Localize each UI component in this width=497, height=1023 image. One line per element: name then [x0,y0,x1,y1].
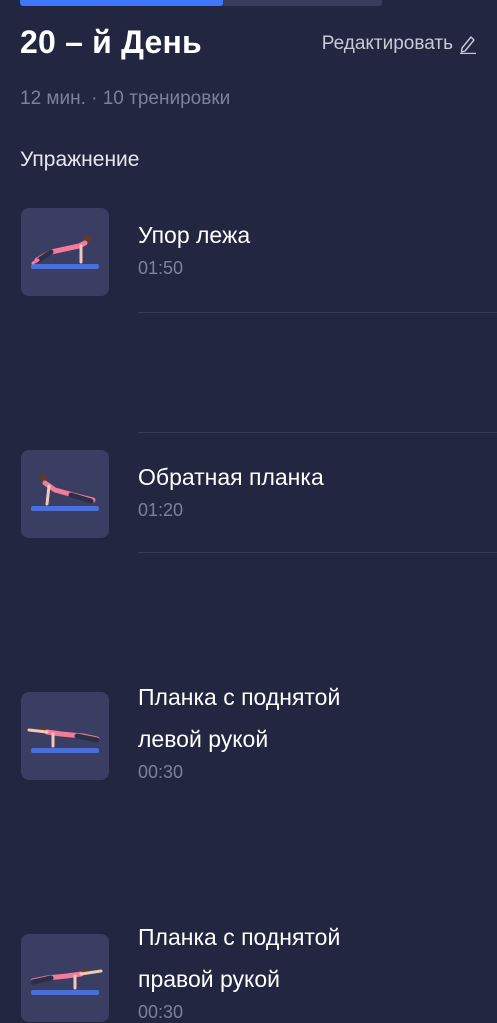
exercise-name: Планка с поднятой левой рукой [138,676,487,760]
workout-progress-fill [20,0,223,6]
exercise-thumbnail [21,208,109,296]
exercise-name-line: Упор лежа [138,222,251,248]
exercise-name-line: правой рукой [138,966,281,992]
exercise-thumbnail [21,450,109,538]
exercise-name: Планка с поднятой правой рукой [138,916,487,1000]
row-divider [138,552,497,553]
workout-progress-bar [20,0,382,6]
exercise-name-line: Обратная планка [138,464,324,490]
exercise-thumbnail [21,692,109,780]
exercise-duration: 01:20 [138,500,184,520]
workout-header: 20 – й День Редактировать [20,24,477,70]
pencil-icon [460,36,476,54]
edit-label: Редактировать [321,33,453,54]
exercise-thumbnail [21,934,109,1022]
row-divider [138,312,497,313]
edit-button[interactable]: Редактировать [322,33,477,55]
row-divider [138,432,497,433]
exercise-name-line: левой рукой [138,726,269,752]
exercise-duration: 00:30 [138,1002,184,1022]
exercise-duration: 01:50 [138,258,184,278]
exercise-duration: 00:30 [138,762,184,782]
exercise-name: Обратная планка [138,456,487,498]
day-title: 20 – й День [20,24,202,60]
workout-summary: 12 мин. · 10 тренировки [20,88,231,109]
exercise-name-line: Планка с поднятой [138,924,341,950]
exercise-name: Упор лежа [138,214,487,256]
section-title: Упражнение [20,148,140,171]
exercise-name-line: Планка с поднятой [138,684,341,710]
